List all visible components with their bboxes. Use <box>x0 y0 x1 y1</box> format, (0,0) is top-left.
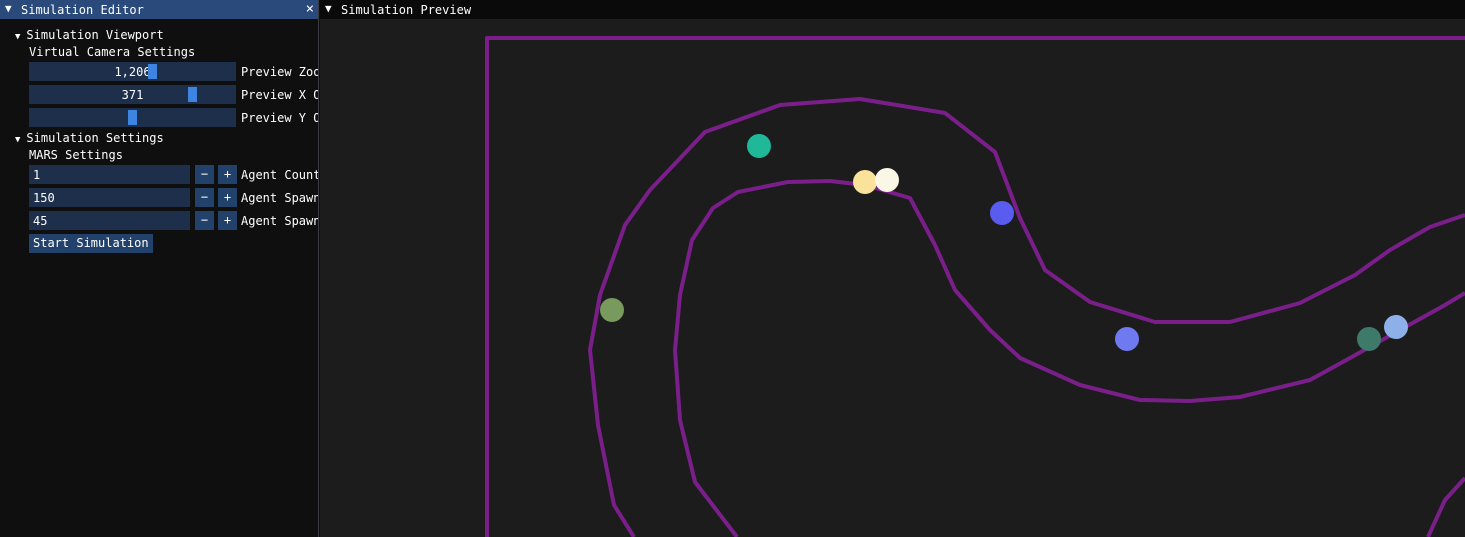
input-value: 150 <box>33 191 55 205</box>
camera-settings-label: Virtual Camera Settings <box>29 45 196 59</box>
section-title: Simulation Viewport <box>26 28 164 42</box>
agent-spawn-1-label: Agent Spawn <box>241 191 319 205</box>
section-title: Simulation Settings <box>26 131 164 145</box>
preview-x-offset-slider[interactable]: 371 <box>29 85 236 104</box>
track-boundary-line <box>485 36 1465 537</box>
preview-x-offset-label: Preview X O <box>241 88 319 102</box>
track-inner-wall <box>673 179 1465 537</box>
agent-count-label: Agent Count <box>241 168 319 182</box>
simulation-canvas[interactable] <box>320 20 1465 537</box>
track-outer-wall <box>588 97 1465 537</box>
section-simulation-settings[interactable]: ▼ Simulation Settings <box>15 131 164 145</box>
expand-triangle-icon: ▼ <box>15 135 21 145</box>
expand-triangle-icon: ▼ <box>15 32 21 42</box>
slider-value: 1,206 <box>114 65 151 79</box>
preview-zoom-slider[interactable]: 1,206 <box>29 62 236 81</box>
agent-3 <box>875 168 899 192</box>
agent-spawn-2-minus-button[interactable]: − <box>195 211 214 230</box>
section-simulation-viewport[interactable]: ▼ Simulation Viewport <box>15 28 164 42</box>
editor-title-bar[interactable]: ▼ Simulation Editor × <box>0 0 318 19</box>
agent-5 <box>600 298 624 322</box>
simulation-editor-panel: ▼ Simulation Editor × ▼ Simulation Viewpo… <box>0 0 319 537</box>
slider-value: 371 <box>121 88 144 102</box>
mars-settings-label: MARS Settings <box>29 148 123 162</box>
agent-7 <box>1357 327 1381 351</box>
agent-2 <box>853 170 877 194</box>
agent-4 <box>990 201 1014 225</box>
collapse-triangle-icon[interactable]: ▼ <box>5 2 12 15</box>
collapse-triangle-icon[interactable]: ▼ <box>325 2 332 15</box>
preview-y-offset-slider[interactable]: 0 <box>29 108 236 127</box>
close-icon[interactable]: × <box>306 1 314 17</box>
slider-grab-handle[interactable] <box>128 110 137 125</box>
slider-grab-handle[interactable] <box>148 64 157 79</box>
editor-title: Simulation Editor <box>21 3 144 17</box>
agent-count-input[interactable]: 1 <box>29 165 190 184</box>
agent-1 <box>747 134 771 158</box>
agent-6 <box>1115 327 1139 351</box>
agent-count-minus-button[interactable]: − <box>195 165 214 184</box>
preview-y-offset-label: Preview Y O <box>241 111 319 125</box>
preview-title-bar[interactable]: ▼ Simulation Preview <box>320 0 1465 19</box>
input-value: 1 <box>33 168 41 182</box>
slider-grab-handle[interactable] <box>188 87 197 102</box>
agent-spawn-2-plus-button[interactable]: + <box>218 211 237 230</box>
simulation-preview-panel: ▼ Simulation Preview <box>320 0 1465 537</box>
agent-spawn-input-1[interactable]: 150 <box>29 188 190 207</box>
track-lower-right-wall <box>1426 476 1465 537</box>
agent-spawn-1-plus-button[interactable]: + <box>218 188 237 207</box>
input-value: 45 <box>33 214 48 228</box>
agent-spawn-2-label: Agent Spawn <box>241 214 319 228</box>
preview-zoom-label: Preview Zoo <box>241 65 319 79</box>
agent-spawn-1-minus-button[interactable]: − <box>195 188 214 207</box>
agent-8 <box>1384 315 1408 339</box>
agent-count-plus-button[interactable]: + <box>218 165 237 184</box>
start-simulation-button[interactable]: Start Simulation <box>29 234 153 253</box>
preview-title: Simulation Preview <box>341 3 472 17</box>
agent-spawn-input-2[interactable]: 45 <box>29 211 190 230</box>
